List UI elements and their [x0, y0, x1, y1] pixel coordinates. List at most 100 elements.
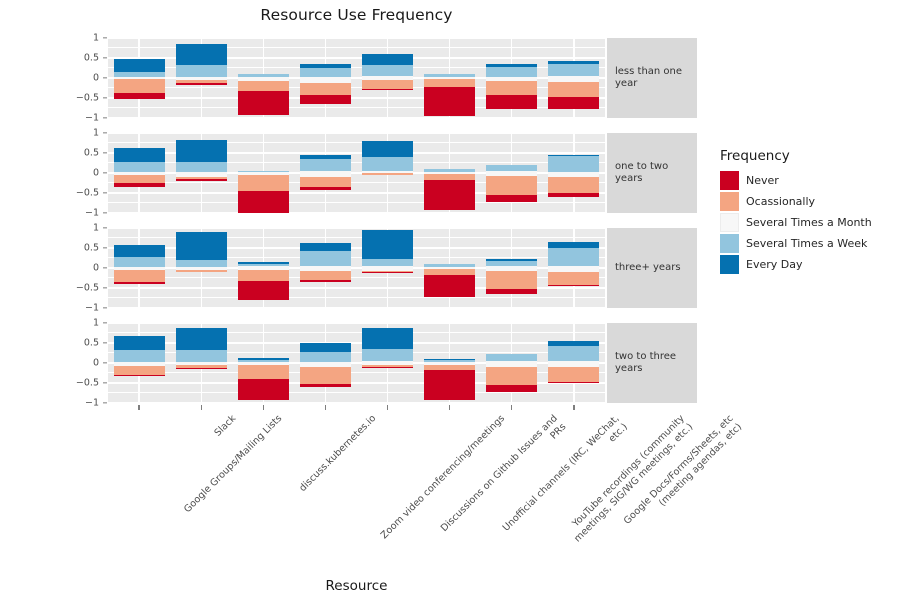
bar-segment — [486, 289, 538, 295]
gridline-horizontal — [108, 132, 605, 134]
bar-segment — [362, 141, 414, 157]
bar-segment — [486, 195, 538, 203]
y-axis-tick-mark — [103, 57, 107, 59]
bar-segment — [113, 361, 165, 366]
legend-item[interactable]: Every Day — [720, 254, 872, 275]
legend-item[interactable]: Several Times a Week — [720, 233, 872, 254]
y-axis-tick-mark — [103, 212, 107, 214]
bar-segment — [424, 264, 476, 267]
y-axis-tick-mark — [103, 132, 107, 134]
legend-color-swatch — [720, 255, 739, 274]
bar-segment — [362, 64, 414, 76]
bar-segment — [237, 74, 289, 77]
y-axis-tick-mark — [103, 117, 107, 119]
y-axis-tick-mark — [103, 227, 107, 229]
bar-segment — [237, 262, 289, 264]
x-axis-tick-mark — [262, 405, 264, 410]
y-axis-tick-mark — [103, 307, 107, 309]
bar-segment — [299, 64, 351, 68]
y-axis-tick-label: 1 — [92, 32, 99, 44]
facet-strip-label: three+ years — [607, 228, 697, 308]
bar-segment — [299, 155, 351, 160]
bar-segment — [175, 80, 227, 84]
bar-segment — [175, 178, 227, 181]
legend-color-swatch — [720, 192, 739, 211]
facet-panel — [108, 322, 605, 404]
legend-item-label: Ocassionally — [746, 195, 816, 208]
chart-root: Resource Use Frequency 1 0.5 0 −0.5 −1 less t… — [0, 0, 913, 609]
bar-segment — [299, 95, 351, 105]
bar-segment — [548, 340, 600, 347]
bar-segment — [362, 258, 414, 267]
x-axis-tick-mark — [386, 405, 389, 410]
bar-segment — [113, 350, 165, 362]
bar-segment — [113, 171, 165, 176]
x-axis-tick-mark — [511, 405, 513, 410]
y-axis-tick-label: 1 — [92, 127, 99, 139]
bar-segment — [237, 360, 289, 362]
bar-segment — [486, 171, 538, 177]
bar-segment — [486, 266, 538, 272]
bar-segment — [113, 79, 165, 93]
bar-segment — [237, 80, 289, 92]
bar-segment — [113, 175, 165, 184]
bar-segment — [548, 97, 600, 109]
bar-segment — [486, 361, 538, 367]
bar-segment — [362, 361, 414, 366]
bar-segment — [299, 270, 351, 280]
bar-segment — [486, 80, 538, 96]
bar-segment — [486, 64, 538, 67]
bar-segment — [237, 281, 289, 300]
y-axis-tick-mark — [103, 362, 107, 364]
bar-segment — [486, 366, 538, 385]
x-axis-tick-label: Slack — [212, 413, 239, 439]
bar-segment — [113, 281, 165, 285]
bar-segment — [362, 365, 414, 367]
bar-segment — [486, 66, 538, 77]
bar-segment — [237, 171, 289, 173]
bar-segment — [362, 88, 414, 90]
bar-segment — [424, 370, 476, 400]
bar-segment — [486, 259, 538, 261]
y-axis-tick-mark — [103, 192, 107, 194]
legend-item-label: Several Times a Week — [746, 237, 868, 250]
legend-color-swatch — [720, 171, 739, 190]
bar-segment — [362, 76, 414, 80]
bar-segment — [548, 248, 600, 266]
bar-segment — [299, 266, 351, 271]
bar-segment — [548, 284, 600, 286]
bar-segment — [175, 270, 227, 272]
bar-segment — [548, 266, 600, 272]
x-axis-tick-label: discuss.kubernetes.io — [297, 413, 379, 494]
bar-segment — [362, 80, 414, 89]
x-axis-title: Resource — [325, 578, 388, 594]
legend-item[interactable]: Never — [720, 170, 872, 191]
x-axis-tick-mark — [138, 405, 140, 410]
bar-segment — [175, 44, 227, 65]
facet-strip-label: less than one year — [607, 38, 697, 118]
bar-segment — [299, 361, 351, 367]
gridline-horizontal — [108, 37, 605, 39]
y-axis-tick-mark — [103, 382, 107, 384]
bar-segment — [175, 176, 227, 179]
legend-item[interactable]: Several Times a Month — [720, 212, 872, 233]
y-axis-tick-label: 0 — [92, 72, 99, 84]
facet-strip-text: three+ years — [615, 261, 681, 273]
bar-segment — [299, 187, 351, 190]
y-axis-tick-mark — [103, 97, 107, 99]
bar-segment — [424, 269, 476, 275]
gridline-horizontal — [108, 212, 605, 214]
y-axis-tick-mark — [103, 287, 107, 289]
bar-segment — [424, 79, 476, 87]
bar-segment — [362, 54, 414, 65]
y-axis-tick-label: 1 — [92, 317, 99, 329]
bar-segment — [299, 159, 351, 172]
bar-segment — [424, 361, 476, 365]
bar-segment — [113, 92, 165, 99]
bar-segment — [175, 83, 227, 86]
facet-strip-text: two to three years — [615, 350, 677, 375]
bar-segment — [548, 155, 600, 157]
bar-segment — [237, 379, 289, 400]
bar-segment — [299, 83, 351, 96]
legend-item[interactable]: Ocassionally — [720, 191, 872, 212]
